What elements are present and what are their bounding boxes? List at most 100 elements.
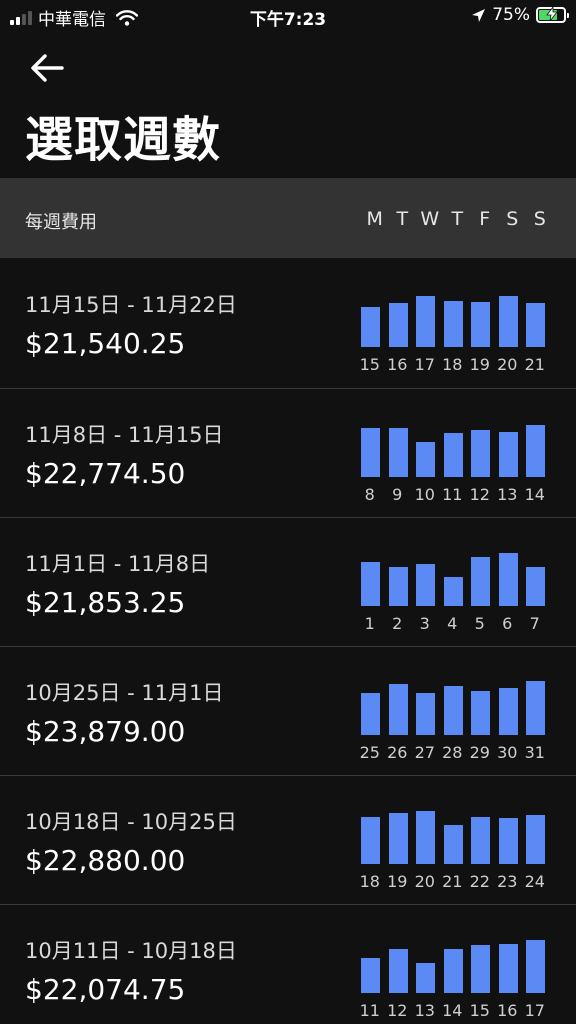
week-row[interactable]: 11月8日 - 11月15日 $22,774.50 8 9 10 11 12 13 14 [0,388,576,517]
week-row[interactable]: 10月11日 - 10月18日 $22,074.75 11 12 13 14 15 16 17 [0,904,576,1024]
week-row[interactable]: 10月18日 - 10月25日 $22,880.00 18 19 20 21 22 23 24 [0,775,576,904]
day-bar [361,693,380,735]
day-number: 18 [442,355,463,374]
day-bar [471,691,490,735]
week-amount: $21,853.25 [25,586,186,619]
week-row[interactable]: 10月25日 - 11月1日 $23,879.00 25 26 27 28 29 30 31 [0,646,576,775]
day-number: 18 [359,872,380,891]
day-bar [498,818,518,864]
day-number: 28 [442,743,463,762]
status-bar: 中華電信 下午7:23 75% [0,0,576,34]
day-bar [443,301,463,347]
day-number: 20 [414,872,435,891]
day-bar [361,307,380,347]
day-bar [471,430,490,477]
day-bar [416,811,435,864]
daily-bar-chart [361,804,549,864]
week-list: 11月15日 - 11月22日 $21,540.25 15 16 17 18 19 20 21 1… [0,259,576,1024]
week-range: 11月15日 - 11月22日 [25,293,237,317]
page-title: 選取週數 [25,112,222,168]
day-numbers: 18 19 20 21 22 23 24 [356,872,549,891]
day-numbers: 11 12 13 14 15 16 17 [356,1001,549,1020]
day-number: 4 [447,614,458,633]
header-label: 每週費用 [25,212,97,233]
day-number: 5 [474,614,485,633]
day-number: 14 [442,1001,463,1020]
day-number: 23 [497,872,518,891]
daily-bar-chart [361,546,549,606]
day-bar [526,425,545,477]
battery-icon [536,7,569,23]
status-right: 75% [471,5,569,25]
week-amount: $21,540.25 [25,327,186,360]
day-number: 29 [469,743,490,762]
day-number: 13 [414,1001,435,1020]
day-numbers: 8 9 10 11 12 13 14 [356,485,549,504]
day-bar [498,688,518,735]
day-bar [416,963,435,993]
day-bar [388,949,408,993]
day-letter: T [396,208,409,230]
day-number: 17 [414,355,435,374]
day-number: 17 [524,1001,545,1020]
day-bar [388,813,408,864]
day-number: 13 [497,485,518,504]
day-number: 19 [469,355,490,374]
day-letter: S [533,208,546,230]
day-numbers: 25 26 27 28 29 30 31 [356,743,549,762]
day-number: 9 [392,485,403,504]
week-range: 10月25日 - 11月1日 [25,681,224,705]
day-bar [388,303,408,347]
day-letter: F [479,208,491,230]
day-numbers: 15 16 17 18 19 20 21 [356,355,549,374]
week-range: 11月8日 - 11月15日 [25,423,224,447]
day-number: 11 [442,485,463,504]
day-bar [498,432,518,477]
week-range: 10月18日 - 10月25日 [25,810,237,834]
back-button[interactable] [30,50,70,86]
day-bar [416,564,435,606]
day-number: 14 [524,485,545,504]
day-number: 27 [414,743,435,762]
day-bar [361,562,380,606]
day-bar [388,428,408,477]
day-letter: M [366,208,383,230]
day-number: 31 [524,743,545,762]
week-amount: $23,879.00 [25,715,186,748]
day-bar [416,442,435,477]
day-bar [526,940,545,993]
day-bar [443,577,463,606]
day-bar [471,557,490,606]
day-number: 7 [529,614,540,633]
week-amount: $22,774.50 [25,457,186,490]
day-number: 12 [469,485,490,504]
day-bar [443,949,463,993]
day-number: 21 [442,872,463,891]
week-range: 11月1日 - 11月8日 [25,552,211,576]
day-bar [498,296,518,347]
day-bar [443,825,463,864]
day-number: 15 [469,1001,490,1020]
day-bar [471,302,490,347]
day-bar [361,817,380,864]
week-row[interactable]: 11月15日 - 11月22日 $21,540.25 15 16 17 18 19 20 21 [0,259,576,388]
week-amount: $22,074.75 [25,973,186,1006]
daily-bar-chart [361,933,549,993]
day-number: 20 [497,355,518,374]
day-bar [361,428,380,477]
day-number: 2 [392,614,403,633]
day-bar [361,958,380,993]
day-bar [526,567,545,606]
week-row[interactable]: 11月1日 - 11月8日 $21,853.25 1 2 3 4 5 6 7 [0,517,576,646]
day-number: 21 [524,355,545,374]
week-range: 10月11日 - 10月18日 [25,939,237,963]
day-number: 16 [497,1001,518,1020]
location-arrow-icon [472,8,486,22]
day-bar [443,686,463,735]
day-number: 11 [359,1001,380,1020]
battery-percent: 75% [492,5,530,25]
day-letters: M T W T F S S [361,208,554,230]
day-number: 12 [387,1001,408,1020]
day-number: 22 [469,872,490,891]
charging-bolt-icon [546,7,558,21]
